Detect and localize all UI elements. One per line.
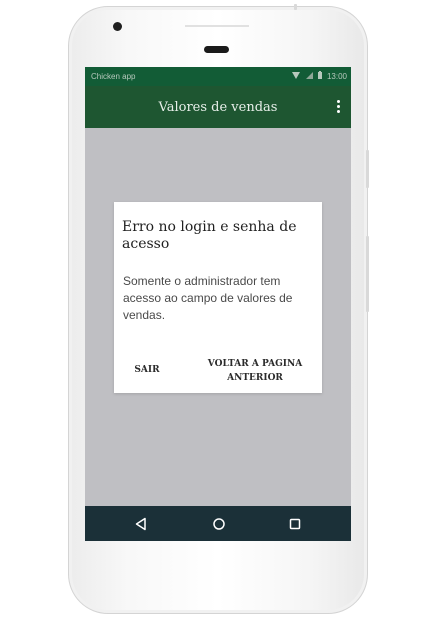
dialog-title: Erro no login e senha de acesso bbox=[122, 219, 297, 252]
signal-icon bbox=[305, 72, 315, 81]
content-scrim: Erro no login e senha de acesso Somente … bbox=[85, 128, 351, 506]
exit-button[interactable]: SAIR bbox=[128, 363, 166, 377]
status-icons: 13:00 bbox=[289, 67, 347, 86]
navigation-bar bbox=[85, 506, 351, 541]
recents-icon[interactable] bbox=[286, 515, 304, 533]
sensor-strip bbox=[185, 25, 249, 27]
device-screen: Chicken app 13:00 Valores de vendas Erro… bbox=[85, 67, 351, 541]
battery-icon bbox=[317, 71, 324, 81]
back-icon[interactable] bbox=[132, 515, 150, 533]
status-app-name: Chicken app bbox=[91, 72, 136, 81]
wifi-icon bbox=[292, 72, 302, 81]
page-title: Valores de vendas bbox=[158, 100, 278, 115]
earpiece-speaker bbox=[204, 46, 229, 53]
top-notch-button bbox=[294, 4, 297, 10]
volume-button bbox=[366, 236, 369, 312]
front-camera bbox=[113, 22, 122, 31]
more-vert-icon[interactable] bbox=[337, 100, 341, 114]
power-button bbox=[366, 150, 369, 188]
go-back-button[interactable]: VOLTAR A PAGINA ANTERIOR bbox=[200, 357, 310, 385]
dialog-message: Somente o administrador tem acesso ao ca… bbox=[123, 274, 293, 322]
status-bar: Chicken app 13:00 bbox=[85, 67, 351, 86]
app-bar: Valores de vendas bbox=[85, 86, 351, 128]
status-time: 13:00 bbox=[326, 72, 347, 81]
home-icon[interactable] bbox=[210, 515, 228, 533]
error-dialog: Erro no login e senha de acesso Somente … bbox=[114, 202, 322, 393]
